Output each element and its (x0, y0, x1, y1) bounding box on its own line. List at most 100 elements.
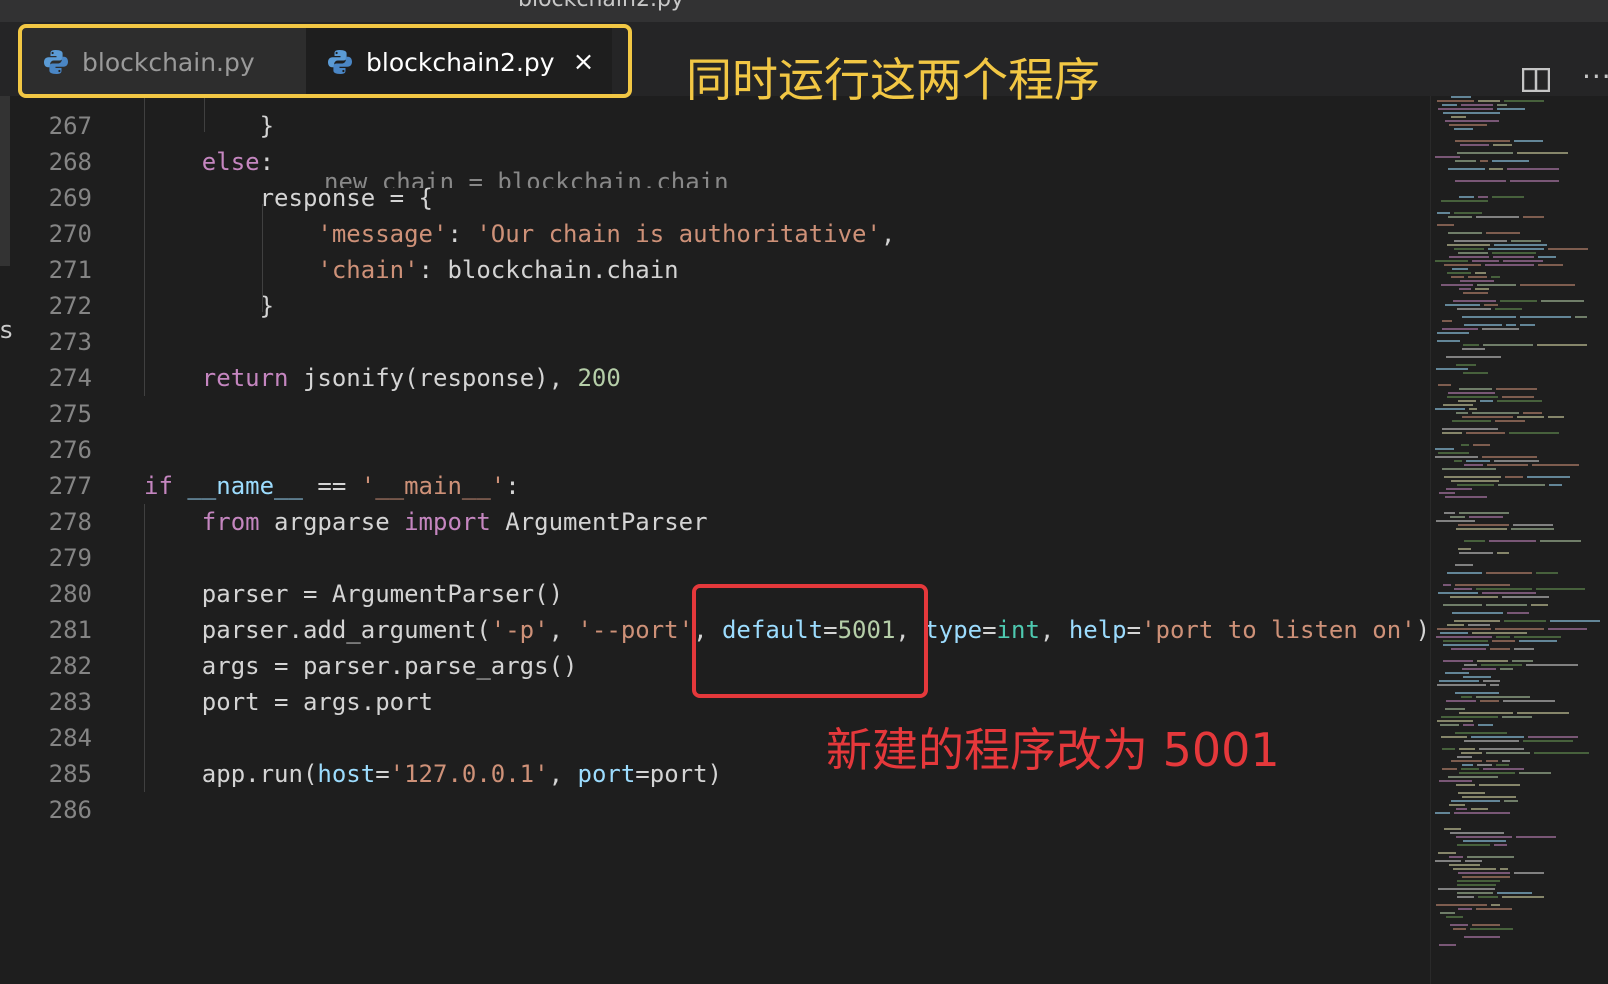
code-line[interactable]: 267 } (0, 108, 1430, 144)
minimap-line (1449, 124, 1487, 126)
minimap-line (1495, 420, 1525, 422)
minimap-line (1438, 384, 1451, 386)
minimap-line (1456, 808, 1467, 810)
minimap-line (1457, 844, 1490, 846)
minimap-line (1448, 168, 1485, 170)
minimap-line (1519, 640, 1557, 642)
minimap-line (1492, 640, 1515, 642)
code-line[interactable]: 286 (0, 792, 1430, 828)
minimap-line (1519, 772, 1551, 774)
minimap-line (1484, 304, 1498, 306)
code-line[interactable]: 268 else: (0, 144, 1430, 180)
minimap-line (1478, 196, 1488, 198)
code-line[interactable]: 279 (0, 540, 1430, 576)
code-line[interactable]: 272 } (0, 288, 1430, 324)
minimap-line (1458, 400, 1476, 402)
minimap-line (1463, 840, 1506, 842)
minimap-line (1447, 244, 1490, 246)
minimap-line (1473, 444, 1490, 446)
minimap-line (1502, 596, 1549, 598)
minimap-line (1445, 672, 1469, 674)
minimap-line (1504, 620, 1546, 622)
minimap-line (1507, 612, 1529, 614)
minimap-line (1487, 464, 1528, 466)
minimap-line (1438, 592, 1478, 594)
code-token: } (144, 112, 275, 140)
minimap-line (1461, 752, 1482, 754)
line-number: 278 (48, 508, 92, 536)
code-token: } (144, 292, 275, 320)
minimap-line (1441, 200, 1488, 202)
code-line[interactable]: 273 (0, 324, 1430, 360)
minimap-line (1476, 908, 1512, 910)
minimap-line (1517, 712, 1569, 714)
minimap-line (1443, 660, 1473, 662)
code-token: 200 (577, 364, 621, 392)
minimap-line (1452, 420, 1491, 422)
tabs-highlight-box (18, 24, 632, 98)
minimap-line (1502, 396, 1534, 398)
code-token: '--port' (577, 616, 694, 644)
code-editor[interactable]: new_chain = blockchain.chain 267 } 268 el… (0, 96, 1430, 984)
minimap-line (1462, 316, 1516, 318)
code-line[interactable]: 278 from argparse import ArgumentParser (0, 504, 1430, 540)
line-number: 270 (48, 220, 92, 248)
minimap-line (1450, 832, 1504, 834)
code-text: response = { (144, 180, 433, 216)
minimap-line (1514, 648, 1534, 650)
minimap-line (1538, 264, 1563, 266)
code-token: , (548, 760, 578, 788)
minimap-line (1491, 904, 1500, 906)
code-line[interactable]: 269 response = { (0, 180, 1430, 216)
minimap-line (1459, 552, 1493, 554)
minimap-line (1504, 800, 1518, 802)
split-editor-icon[interactable] (1522, 68, 1550, 92)
minimap-line (1443, 640, 1488, 642)
code-token: host (317, 760, 376, 788)
more-actions-icon[interactable]: ··· (1582, 60, 1608, 93)
minimap-line (1520, 284, 1575, 286)
code-line[interactable]: 277 if __name__ == '__main__': (0, 468, 1430, 504)
minimap-line (1466, 432, 1505, 434)
minimap-line (1478, 724, 1493, 726)
indent-guide (204, 96, 205, 132)
minimap[interactable] (1430, 96, 1608, 984)
minimap-line (1435, 812, 1450, 814)
minimap-line (1437, 224, 1454, 226)
minimap-line (1437, 628, 1491, 630)
minimap-line (1491, 276, 1500, 278)
code-token: 'Our chain is authoritative' (476, 220, 881, 248)
minimap-line (1485, 264, 1534, 266)
minimap-line (1483, 680, 1500, 682)
minimap-line (1456, 528, 1507, 530)
minimap-line (1516, 836, 1556, 838)
minimap-line (1458, 872, 1510, 874)
minimap-line (1520, 316, 1571, 318)
minimap-line (1486, 232, 1520, 234)
minimap-line (1447, 396, 1498, 398)
minimap-line (1492, 196, 1524, 198)
code-line[interactable]: 275 (0, 396, 1430, 432)
minimap-line (1459, 388, 1492, 390)
code-line[interactable]: 270 'message': 'Our chain is authoritati… (0, 216, 1430, 252)
line-number: 282 (48, 652, 92, 680)
minimap-line (1443, 404, 1473, 406)
minimap-line (1457, 152, 1513, 154)
minimap-line (1455, 140, 1510, 142)
minimap-line (1507, 168, 1559, 170)
minimap-line (1449, 856, 1463, 858)
minimap-line (1451, 480, 1499, 482)
minimap-line (1464, 464, 1483, 466)
code-line[interactable]: 276 (0, 432, 1430, 468)
minimap-line (1445, 304, 1480, 306)
code-token: from (201, 508, 260, 536)
minimap-line (1470, 928, 1513, 930)
code-line[interactable]: 274 return jsonify(response), 200 (0, 360, 1430, 396)
minimap-line (1454, 588, 1472, 590)
minimap-line (1482, 328, 1519, 330)
minimap-line (1502, 760, 1510, 762)
minimap-line (1451, 800, 1500, 802)
code-token: 'chain' (317, 256, 419, 284)
title-bar: blockchain2.py (0, 0, 1608, 22)
code-line[interactable]: 271 'chain': blockchain.chain (0, 252, 1430, 288)
